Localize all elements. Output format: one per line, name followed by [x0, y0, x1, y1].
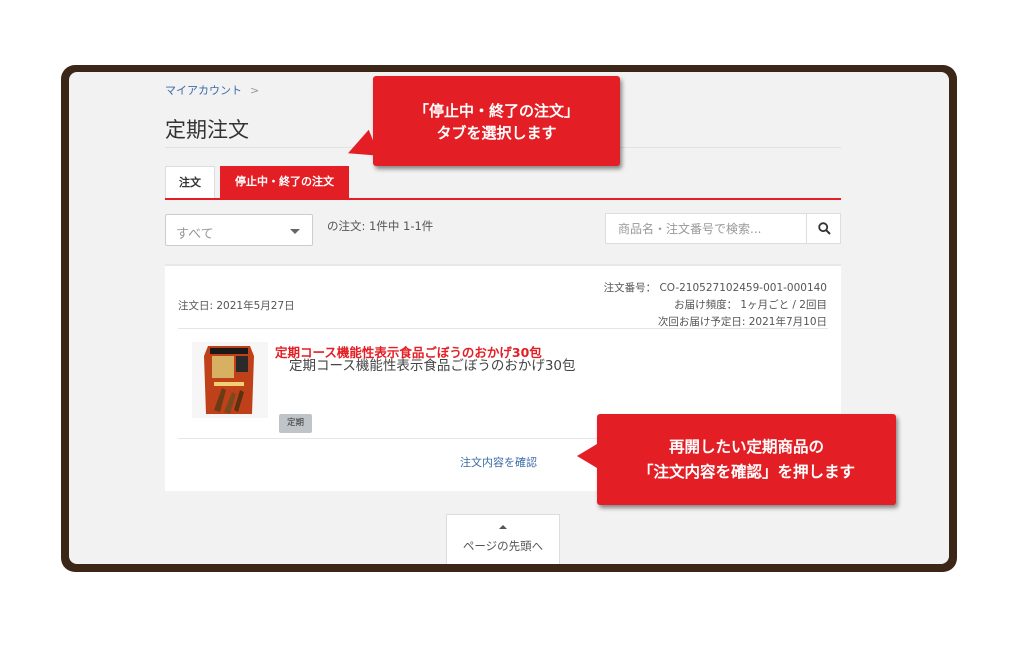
page-title: 定期注文 — [165, 118, 249, 142]
product-package-image — [192, 342, 268, 418]
card-divider-top — [178, 328, 828, 329]
product-image — [192, 342, 268, 418]
breadcrumb-my-account[interactable]: マイアカウント — [165, 84, 242, 97]
order-meta: 注文番号： CO-210527102459-001-000140 お届け頻度： … — [604, 280, 827, 331]
subscription-badge: 定期 — [279, 414, 312, 433]
status-filter-value: すべて — [176, 227, 214, 242]
callout-tab-line2: タブを選択します — [436, 124, 557, 142]
back-to-top-button[interactable]: ページの先頭へ — [446, 514, 560, 564]
search-button[interactable] — [806, 213, 841, 244]
chevron-down-icon — [290, 229, 300, 234]
callout-select-tab: 「停止中・終了の注文」 タブを選択します — [342, 76, 620, 167]
callout-view-details: 再開したい定期商品の 「注文内容を確認」を押します — [577, 414, 896, 505]
status-filter-select[interactable]: すべて — [165, 214, 313, 246]
product-description: 定期コース機能性表示食品ごぼうのおかげ30包 — [289, 358, 576, 374]
delivery-frequency: お届け頻度： 1ヶ月ごと / 2回目 — [674, 299, 827, 311]
back-to-top-label: ページの先頭へ — [462, 539, 544, 553]
search-input[interactable] — [605, 213, 807, 244]
search-icon — [818, 222, 831, 235]
callout-detail-line1: 再開したい定期商品の — [668, 438, 824, 456]
tab-underline — [165, 198, 841, 200]
breadcrumb-separator: > — [250, 84, 260, 97]
callout-detail-line2: 「注文内容を確認」を押します — [637, 463, 855, 481]
tab-stopped-orders[interactable]: 停止中・終了の注文 — [220, 166, 349, 198]
order-date: 注文日: 2021年5月27日 — [178, 300, 295, 312]
tab-orders[interactable]: 注文 — [165, 166, 215, 198]
arrow-up-icon — [499, 525, 507, 529]
breadcrumb: マイアカウント > — [165, 82, 259, 98]
callout-pointer — [577, 444, 597, 468]
view-order-details-link[interactable]: 注文内容を確認 — [460, 454, 537, 470]
callout-tab-line1: 「停止中・終了の注文」 — [413, 102, 579, 120]
order-count: の注文: 1件中 1-1件 — [327, 219, 434, 233]
order-number: 注文番号： CO-210527102459-001-000140 — [603, 282, 827, 294]
